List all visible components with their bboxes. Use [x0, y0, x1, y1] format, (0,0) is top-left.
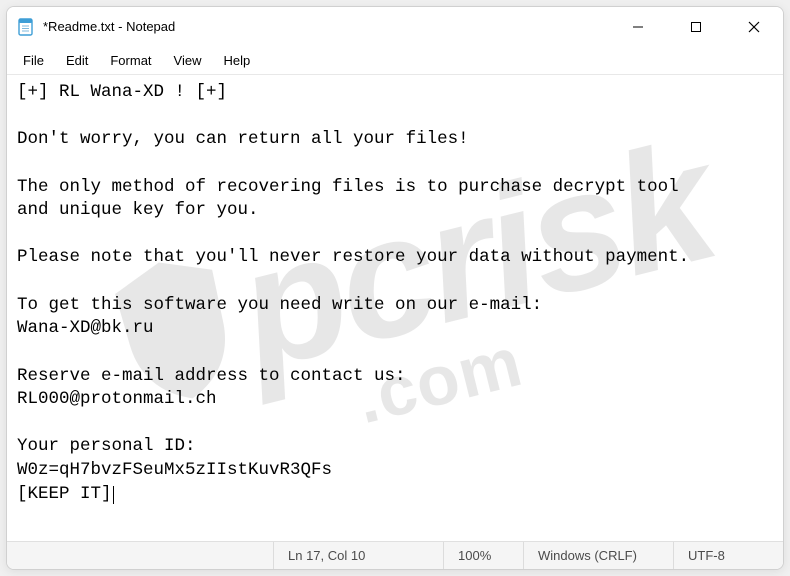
menu-help[interactable]: Help: [213, 51, 260, 70]
menu-file[interactable]: File: [13, 51, 54, 70]
menubar: File Edit Format View Help: [7, 47, 783, 75]
document-text: [+] RL Wana-XD ! [+] Don't worry, you ca…: [17, 82, 689, 504]
status-encoding: UTF-8: [673, 542, 783, 569]
text-area[interactable]: [+] RL Wana-XD ! [+] Don't worry, you ca…: [7, 75, 783, 541]
status-zoom: 100%: [443, 542, 523, 569]
titlebar-left: *Readme.txt - Notepad: [7, 18, 175, 36]
window-controls: [609, 7, 783, 46]
menu-view[interactable]: View: [164, 51, 212, 70]
minimize-button[interactable]: [609, 7, 667, 46]
text-caret: [113, 486, 114, 504]
close-button[interactable]: [725, 7, 783, 46]
status-line-ending: Windows (CRLF): [523, 542, 673, 569]
titlebar: *Readme.txt - Notepad: [7, 7, 783, 47]
notepad-window: *Readme.txt - Notepad File Edit Format V…: [6, 6, 784, 570]
notepad-icon: [17, 18, 35, 36]
status-cursor-position: Ln 17, Col 10: [273, 542, 443, 569]
status-spacer: [7, 542, 273, 569]
menu-format[interactable]: Format: [100, 51, 161, 70]
statusbar: Ln 17, Col 10 100% Windows (CRLF) UTF-8: [7, 541, 783, 569]
menu-edit[interactable]: Edit: [56, 51, 98, 70]
maximize-button[interactable]: [667, 7, 725, 46]
window-title: *Readme.txt - Notepad: [43, 19, 175, 34]
